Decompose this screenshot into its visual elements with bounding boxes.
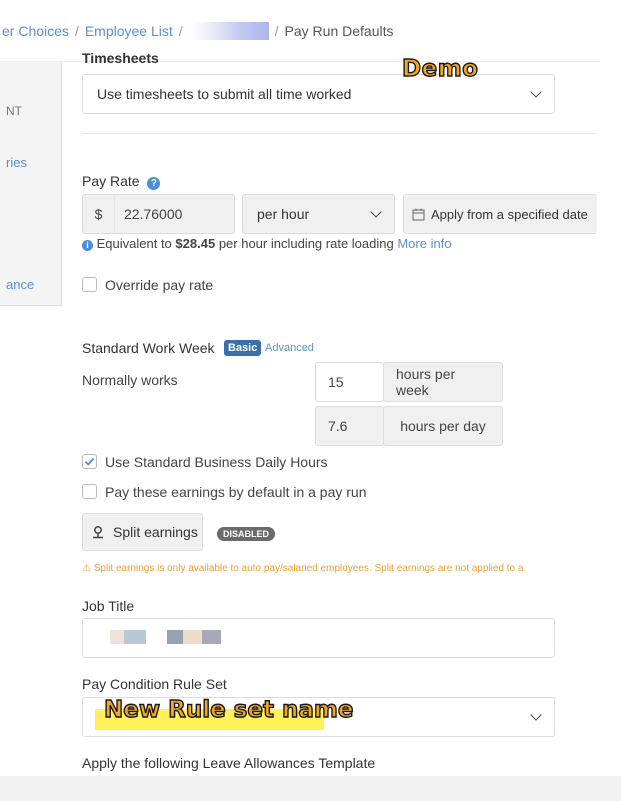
breadcrumb-current: Pay Run Defaults bbox=[284, 22, 394, 39]
split-warning-text: Split earnings is only available to auto… bbox=[93, 563, 524, 574]
standard-hours-label: Use Standard Business Daily Hours bbox=[105, 454, 328, 470]
disabled-badge: DISABLED bbox=[217, 527, 276, 541]
standard-hours-checkbox[interactable] bbox=[82, 454, 97, 469]
override-pay-rate-label: Override pay rate bbox=[105, 277, 214, 293]
apply-date-button[interactable]: Apply from a specified date bbox=[403, 194, 597, 234]
sidebar: NT ries ance bbox=[0, 62, 62, 306]
redacted-block bbox=[202, 630, 221, 644]
chevron-down-icon bbox=[530, 709, 542, 721]
timesheets-select[interactable]: Use timesheets to submit all time worked bbox=[82, 74, 555, 114]
pay-rate-heading: Pay Rate ? bbox=[82, 173, 161, 190]
redacted-block bbox=[124, 630, 146, 644]
job-title-label: Job Title bbox=[82, 598, 135, 614]
default-earnings-label: Pay these earnings by default in a pay r… bbox=[105, 484, 367, 500]
breadcrumb-separator: / bbox=[74, 22, 79, 39]
redacted-block bbox=[183, 630, 202, 644]
equivalent-prefix: Equivalent to bbox=[96, 236, 172, 251]
hours-per-week-unit: hours per week bbox=[383, 362, 503, 402]
hours-per-day-input: 7.6 bbox=[315, 406, 384, 446]
rule-set-name-overlay: New Rule set name bbox=[103, 696, 354, 723]
help-icon[interactable]: ? bbox=[147, 177, 161, 190]
default-earnings-checkbox[interactable] bbox=[82, 484, 97, 499]
basic-toggle[interactable]: Basic bbox=[224, 340, 262, 356]
pay-rate-input[interactable]: $ 22.76000 bbox=[82, 194, 235, 234]
hours-per-day-unit: hours per day bbox=[383, 406, 503, 446]
pin-icon bbox=[93, 526, 103, 539]
sidebar-item-link[interactable]: ance bbox=[6, 277, 34, 292]
redacted-name bbox=[188, 21, 269, 40]
hours-per-day-label: hours per day bbox=[400, 418, 486, 434]
override-pay-rate-checkbox[interactable] bbox=[82, 277, 97, 292]
sidebar-item: NT bbox=[6, 104, 22, 118]
breadcrumb-separator: / bbox=[178, 22, 183, 39]
advanced-toggle[interactable]: Advanced bbox=[265, 342, 314, 354]
hours-per-week-input[interactable]: 15 bbox=[315, 362, 384, 402]
pay-rate-label: Pay Rate bbox=[82, 173, 140, 189]
demo-overlay: Demo bbox=[401, 55, 479, 82]
split-earnings-label: Split earnings bbox=[113, 524, 198, 540]
hours-per-day-value: 7.6 bbox=[328, 418, 348, 434]
pay-condition-label: Pay Condition Rule Set bbox=[82, 676, 227, 692]
currency-symbol: $ bbox=[83, 195, 115, 233]
apply-date-label: Apply from a specified date bbox=[431, 206, 588, 222]
timesheets-label: Timesheets bbox=[82, 50, 159, 64]
split-warning: ⚠ Split earnings is only available to au… bbox=[82, 563, 598, 574]
pay-unit-value: per hour bbox=[257, 206, 310, 222]
pay-rate-value: 22.76000 bbox=[124, 206, 183, 222]
chevron-down-icon bbox=[530, 86, 542, 98]
hours-per-week-value: 15 bbox=[328, 374, 344, 390]
divider bbox=[82, 133, 597, 134]
redacted-block bbox=[110, 630, 124, 644]
equivalent-rate-note: i Equivalent to $28.45 per hour includin… bbox=[82, 236, 452, 251]
check-icon bbox=[84, 457, 95, 466]
sidebar-item-link[interactable]: ries bbox=[6, 155, 27, 170]
timesheets-value: Use timesheets to submit all time worked bbox=[97, 86, 352, 102]
breadcrumb-separator: / bbox=[274, 22, 279, 39]
leave-template-label: Apply the following Leave Allowances Tem… bbox=[82, 755, 376, 771]
pay-unit-select[interactable]: per hour bbox=[242, 194, 395, 234]
redacted-block bbox=[167, 630, 183, 644]
hours-per-week-label: hours per week bbox=[396, 366, 456, 398]
normally-works-label: Normally works bbox=[82, 372, 178, 388]
breadcrumb-item[interactable]: er Choices bbox=[2, 23, 69, 39]
breadcrumb-item[interactable]: Employee List bbox=[85, 23, 173, 39]
equivalent-suffix: per hour including rate loading bbox=[218, 236, 394, 251]
bottom-strip bbox=[0, 776, 621, 801]
split-earnings-button[interactable]: Split earnings bbox=[82, 513, 203, 551]
calendar-icon bbox=[412, 208, 425, 220]
chevron-down-icon bbox=[370, 206, 382, 218]
info-icon: i bbox=[82, 240, 93, 251]
job-title-input[interactable] bbox=[82, 618, 555, 658]
more-info-link[interactable]: More info bbox=[397, 236, 451, 251]
warning-icon: ⚠ bbox=[82, 563, 91, 574]
work-week-label: Standard Work Week bbox=[82, 340, 215, 356]
equivalent-amount: $28.45 bbox=[175, 236, 216, 251]
